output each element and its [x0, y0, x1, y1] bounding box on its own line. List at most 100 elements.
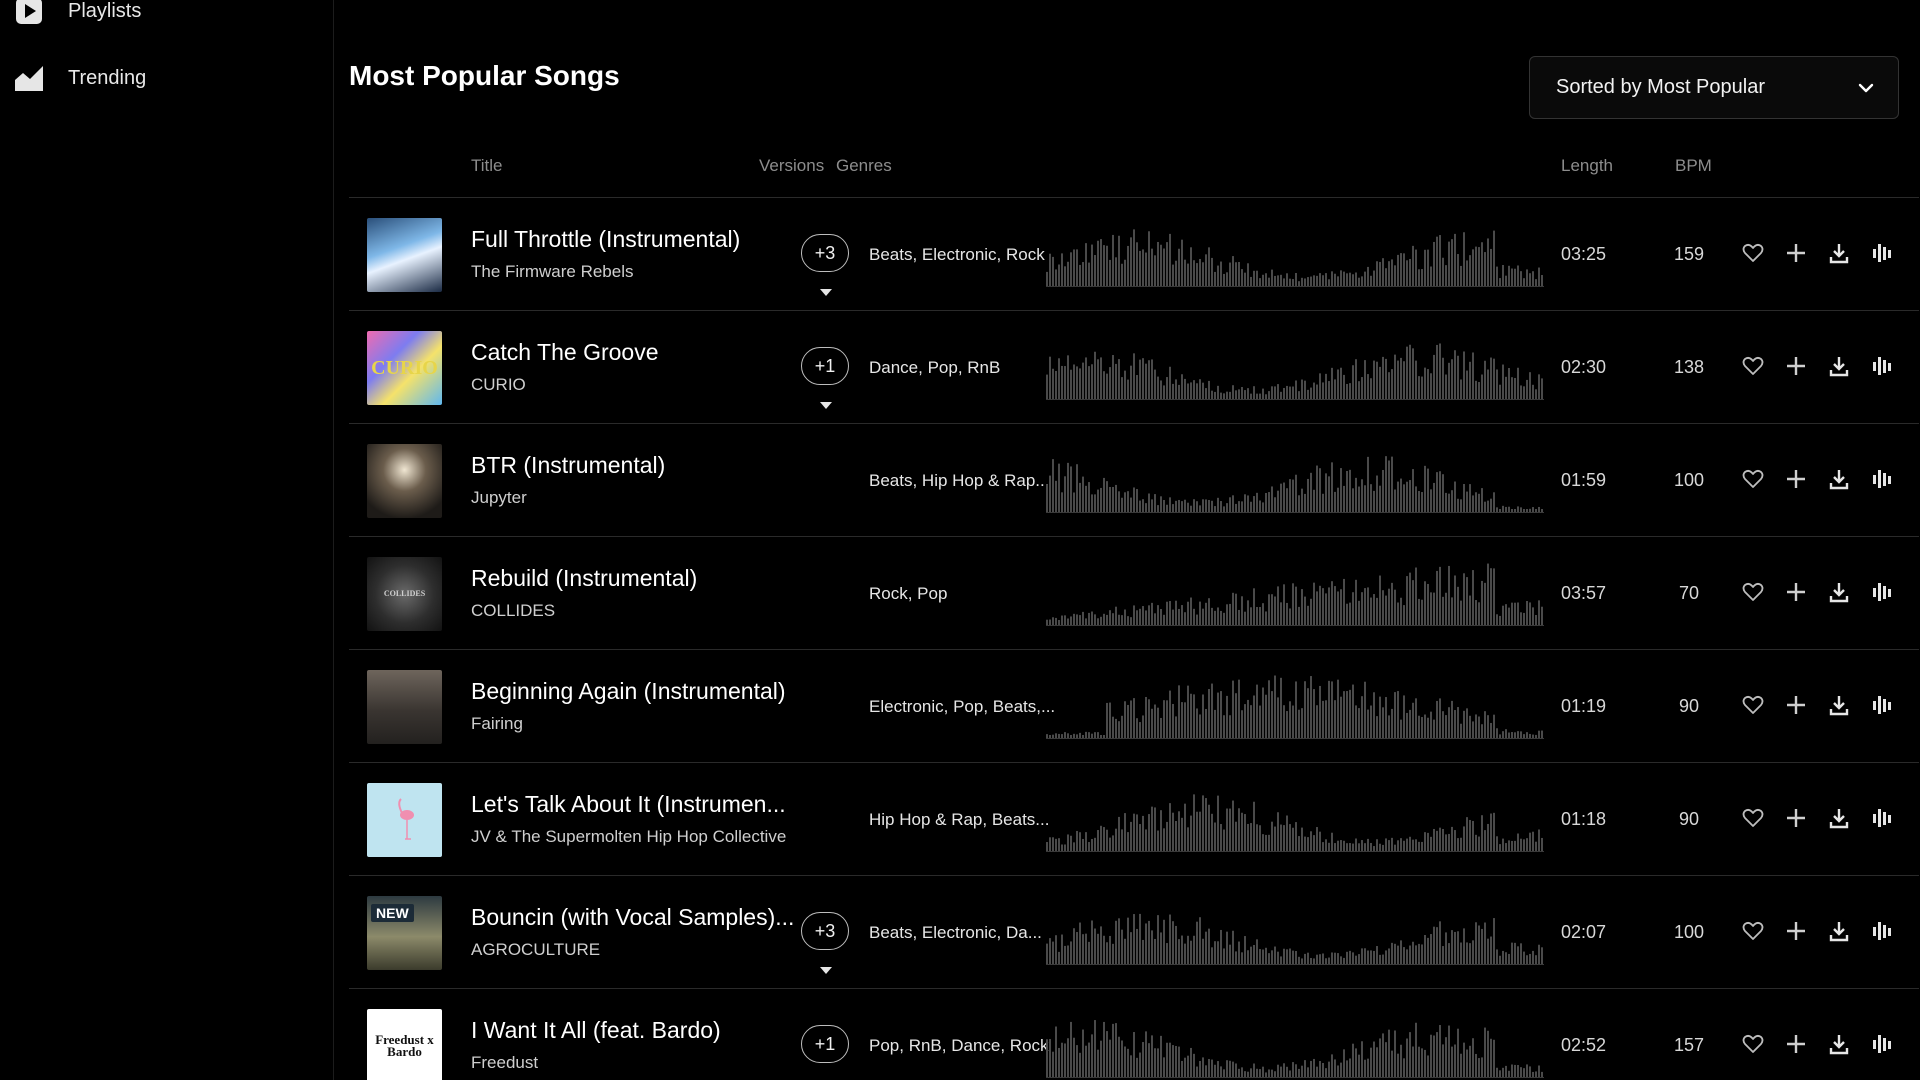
- download-icon[interactable]: [1826, 466, 1852, 492]
- album-artwork[interactable]: [367, 444, 442, 518]
- sidebar-item-trending[interactable]: Trending: [14, 61, 146, 95]
- song-title[interactable]: BTR (Instrumental): [471, 452, 665, 479]
- heart-icon[interactable]: [1740, 579, 1766, 605]
- versions-button[interactable]: +1: [801, 347, 849, 385]
- stems-icon[interactable]: [1869, 240, 1895, 266]
- heart-icon[interactable]: [1740, 240, 1766, 266]
- sidebar-item-label: Trending: [68, 66, 147, 89]
- download-icon[interactable]: [1826, 240, 1852, 266]
- table-row[interactable]: Beginning Again (Instrumental) Fairing Ele…: [349, 650, 1919, 763]
- plus-icon[interactable]: [1783, 1031, 1809, 1057]
- song-artist[interactable]: JV & The Supermolten Hip Hop Collective: [471, 827, 786, 847]
- table-row[interactable]: CURIO Catch The Groove CURIO +1 Dance, Pop, …: [349, 311, 1919, 424]
- plus-icon[interactable]: [1783, 579, 1809, 605]
- waveform[interactable]: [1046, 559, 1544, 629]
- album-artwork[interactable]: [367, 218, 442, 292]
- album-artwork[interactable]: NEW: [367, 896, 442, 970]
- song-genres: Beats, Hip Hop & Rap...: [869, 471, 1050, 490]
- table-row[interactable]: Freedust x Bardo I Want It All (feat. Bar…: [349, 989, 1919, 1080]
- song-artist[interactable]: AGROCULTURE: [471, 940, 600, 960]
- plus-icon[interactable]: [1783, 918, 1809, 944]
- column-header-title: Title: [471, 156, 503, 175]
- song-artist[interactable]: Fairing: [471, 714, 523, 734]
- table-row[interactable]: Full Throttle (Instrumental) The Firmware…: [349, 198, 1919, 311]
- download-icon[interactable]: [1826, 692, 1852, 718]
- album-artwork[interactable]: [367, 670, 442, 744]
- song-bpm: 100: [1673, 470, 1705, 490]
- song-title[interactable]: I Want It All (feat. Bardo): [471, 1017, 721, 1044]
- play-icon: [14, 0, 44, 26]
- table-row[interactable]: BTR (Instrumental) Jupyter Beats, Hip Hop …: [349, 424, 1919, 537]
- versions-button[interactable]: +3: [801, 912, 849, 950]
- song-title[interactable]: Bouncin (with Vocal Samples)...: [471, 904, 794, 931]
- download-icon[interactable]: [1826, 353, 1852, 379]
- stems-icon[interactable]: [1869, 692, 1895, 718]
- song-artist[interactable]: Jupyter: [471, 488, 527, 508]
- column-header-length[interactable]: Length: [1561, 156, 1613, 176]
- caret-down-icon[interactable]: [820, 962, 832, 974]
- plus-icon[interactable]: [1783, 353, 1809, 379]
- waveform[interactable]: [1046, 333, 1544, 403]
- caret-down-icon[interactable]: [820, 284, 832, 296]
- stems-icon[interactable]: [1869, 805, 1895, 831]
- download-icon[interactable]: [1826, 1031, 1852, 1057]
- table-row[interactable]: COLLIDES Rebuild (Instrumental) COLLIDES Ro…: [349, 537, 1919, 650]
- plus-icon[interactable]: [1783, 466, 1809, 492]
- artwork-text: CURIO: [371, 357, 438, 379]
- artwork-text: Freedust x Bardo: [375, 1032, 434, 1059]
- heart-icon[interactable]: [1740, 1031, 1766, 1057]
- waveform[interactable]: [1046, 898, 1544, 968]
- album-artwork[interactable]: [367, 783, 442, 857]
- plus-icon[interactable]: [1783, 240, 1809, 266]
- versions-button[interactable]: +3: [801, 234, 849, 272]
- caret-down-icon[interactable]: [820, 1075, 832, 1080]
- song-artist[interactable]: COLLIDES: [471, 601, 555, 621]
- song-length: 03:25: [1561, 244, 1607, 264]
- heart-icon[interactable]: [1740, 353, 1766, 379]
- table-row[interactable]: NEW Bouncin (with Vocal Samples)... AGROCU…: [349, 876, 1919, 989]
- stems-icon[interactable]: [1869, 918, 1895, 944]
- song-title[interactable]: Beginning Again (Instrumental): [471, 678, 786, 705]
- song-title[interactable]: Let's Talk About It (Instrumen...: [471, 791, 786, 818]
- song-genres: Beats, Electronic, Rock: [869, 245, 1045, 264]
- album-artwork[interactable]: CURIO: [367, 331, 442, 405]
- waveform[interactable]: [1046, 446, 1544, 516]
- song-title[interactable]: Full Throttle (Instrumental): [471, 226, 740, 253]
- download-icon[interactable]: [1826, 805, 1852, 831]
- song-title[interactable]: Catch The Groove: [471, 339, 659, 366]
- download-icon[interactable]: [1826, 918, 1852, 944]
- stems-icon[interactable]: [1869, 1031, 1895, 1057]
- heart-icon[interactable]: [1740, 805, 1766, 831]
- song-genres: Electronic, Pop, Beats,...: [869, 697, 1056, 716]
- song-genres: Pop, RnB, Dance, Rock: [869, 1036, 1049, 1055]
- waveform[interactable]: [1046, 220, 1544, 290]
- song-bpm: 157: [1673, 1035, 1705, 1055]
- album-artwork[interactable]: COLLIDES: [367, 557, 442, 631]
- caret-down-icon[interactable]: [820, 397, 832, 409]
- heart-icon[interactable]: [1740, 466, 1766, 492]
- album-artwork[interactable]: Freedust x Bardo: [367, 1009, 442, 1080]
- plus-icon[interactable]: [1783, 692, 1809, 718]
- song-title[interactable]: Rebuild (Instrumental): [471, 565, 697, 592]
- waveform[interactable]: [1046, 1011, 1544, 1080]
- song-genres: Dance, Pop, RnB: [869, 358, 1001, 377]
- waveform[interactable]: [1046, 785, 1544, 855]
- waveform[interactable]: [1046, 672, 1544, 742]
- stems-icon[interactable]: [1869, 353, 1895, 379]
- heart-icon[interactable]: [1740, 692, 1766, 718]
- new-badge: NEW: [371, 904, 414, 922]
- table-row[interactable]: Let's Talk About It (Instrumen... JV & Th…: [349, 763, 1919, 876]
- sort-dropdown[interactable]: Sorted by Most Popular: [1529, 56, 1899, 119]
- song-artist[interactable]: CURIO: [471, 375, 526, 395]
- stems-icon[interactable]: [1869, 579, 1895, 605]
- song-bpm: 159: [1673, 244, 1705, 264]
- download-icon[interactable]: [1826, 579, 1852, 605]
- song-artist[interactable]: Freedust: [471, 1053, 538, 1073]
- stems-icon[interactable]: [1869, 466, 1895, 492]
- song-artist[interactable]: The Firmware Rebels: [471, 262, 634, 282]
- sidebar-item-playlists[interactable]: Playlists: [14, 0, 141, 28]
- plus-icon[interactable]: [1783, 805, 1809, 831]
- column-header-bpm[interactable]: BPM: [1675, 156, 1712, 176]
- versions-button[interactable]: +1: [801, 1025, 849, 1063]
- heart-icon[interactable]: [1740, 918, 1766, 944]
